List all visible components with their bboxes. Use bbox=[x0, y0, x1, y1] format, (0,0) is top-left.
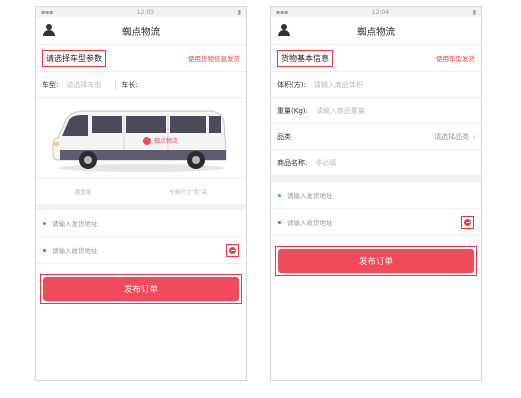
section-title: 请选择车型参数 bbox=[42, 49, 106, 67]
volume-input[interactable]: 请输入商品体积 bbox=[314, 80, 363, 90]
goods-name-label: 商品名称: bbox=[277, 158, 308, 167]
status-bar: ▪▪▪ 12:04 ▮ bbox=[271, 7, 481, 17]
goods-name-input[interactable]: 非必填 bbox=[315, 158, 336, 168]
from-dot-icon bbox=[43, 221, 46, 225]
remove-address-button[interactable] bbox=[226, 243, 239, 257]
to-dot-icon bbox=[43, 248, 46, 252]
submit-highlight: 发布订单 bbox=[275, 246, 477, 276]
vehicle-type-select[interactable]: 请选择车型 bbox=[66, 80, 101, 90]
switch-to-vehicle-link[interactable]: 使用车型发货 bbox=[436, 53, 475, 63]
svg-text:▲: ▲ bbox=[148, 136, 150, 139]
battery-icon: ▮ bbox=[472, 8, 476, 16]
from-address-input[interactable]: 请输入发货地址 bbox=[52, 218, 98, 228]
van-captions: 载重量 车厢尺寸"宽"高 bbox=[36, 179, 246, 204]
category-label: 品类 bbox=[277, 132, 291, 141]
category-value: 请选择品类 bbox=[434, 132, 470, 141]
status-time: 12:03 bbox=[136, 8, 155, 16]
vehicle-select-row: 车型: 请选择车型 车长: bbox=[36, 72, 246, 98]
app-bar: 蜘点物流 bbox=[271, 17, 481, 45]
to-address-input[interactable]: 请输入收货地址 bbox=[52, 245, 98, 255]
weight-input[interactable]: 请输入商品重量 bbox=[316, 106, 365, 116]
to-dot-icon bbox=[278, 220, 281, 224]
category-row[interactable]: 品类 请选择品类 › bbox=[271, 124, 481, 150]
van-brand-text: 蜘点物流 bbox=[154, 137, 178, 145]
user-icon[interactable] bbox=[43, 24, 55, 36]
section-header: 货物基本信息 使用车型发货 bbox=[271, 45, 481, 72]
status-time: 12:04 bbox=[371, 8, 390, 16]
load-caption: 载重量 bbox=[74, 189, 92, 196]
section-title: 货物基本信息 bbox=[277, 49, 333, 67]
from-address-row[interactable]: 请输入发货地址 bbox=[271, 182, 481, 209]
from-address-input[interactable]: 请输入发货地址 bbox=[287, 190, 333, 200]
submit-order-button[interactable]: 发布订单 bbox=[43, 277, 239, 301]
app-title: 蜘点物流 bbox=[356, 26, 395, 38]
vehicle-length-label[interactable]: 车长: bbox=[121, 80, 137, 90]
status-bar: ▪▪▪ 12:03 ▮ bbox=[36, 7, 246, 17]
chevron-right-icon: › bbox=[472, 132, 475, 141]
submit-order-button[interactable]: 发布订单 bbox=[278, 249, 474, 273]
weight-label: 重量(Kg): bbox=[277, 106, 308, 115]
minus-circle-icon bbox=[464, 218, 471, 226]
vehicle-type-label: 车型: bbox=[42, 80, 59, 89]
to-address-row[interactable]: 请输入收货地址 bbox=[36, 237, 246, 264]
from-address-row[interactable]: 请输入发货地址 bbox=[36, 210, 246, 237]
phone-screen-goods: ▪▪▪ 12:04 ▮ 蜘点物流 货物基本信息 使用车型发货 体积(方): 请输… bbox=[270, 6, 482, 381]
remove-address-button[interactable] bbox=[461, 215, 474, 229]
category-select[interactable]: 请选择品类 › bbox=[434, 132, 475, 142]
app-title: 蜘点物流 bbox=[121, 26, 160, 38]
user-icon[interactable] bbox=[278, 24, 290, 36]
van-illustration: ▲ 蜘点物流 bbox=[36, 98, 246, 179]
battery-icon: ▮ bbox=[237, 8, 241, 16]
section-header: 请选择车型参数 使用货物信息发货 bbox=[36, 45, 246, 72]
divider bbox=[115, 79, 117, 90]
phone-screen-vehicle: ▪▪▪ 12:03 ▮ 蜘点物流 请选择车型参数 使用货物信息发货 车型: 请选… bbox=[35, 6, 247, 381]
van-image: ▲ 蜘点物流 bbox=[52, 110, 227, 172]
weight-row: 重量(Kg): 请输入商品重量 bbox=[271, 98, 481, 124]
volume-row: 体积(方): 请输入商品体积 bbox=[271, 72, 481, 98]
app-bar: 蜘点物流 bbox=[36, 17, 246, 45]
size-caption: 车厢尺寸"宽"高 bbox=[169, 189, 208, 196]
to-address-input[interactable]: 请输入收货地址 bbox=[287, 217, 333, 227]
signal-icon: ▪▪▪ bbox=[41, 8, 54, 16]
switch-to-goods-link[interactable]: 使用货物信息发货 bbox=[188, 53, 240, 63]
signal-icon: ▪▪▪ bbox=[276, 8, 289, 16]
goods-name-row: 商品名称: 非必填 bbox=[271, 150, 481, 176]
from-dot-icon bbox=[278, 193, 281, 197]
submit-highlight: 发布订单 bbox=[40, 274, 242, 304]
to-address-row[interactable]: 请输入收货地址 bbox=[271, 209, 481, 236]
volume-label: 体积(方): bbox=[277, 80, 306, 89]
minus-circle-icon bbox=[229, 246, 236, 254]
